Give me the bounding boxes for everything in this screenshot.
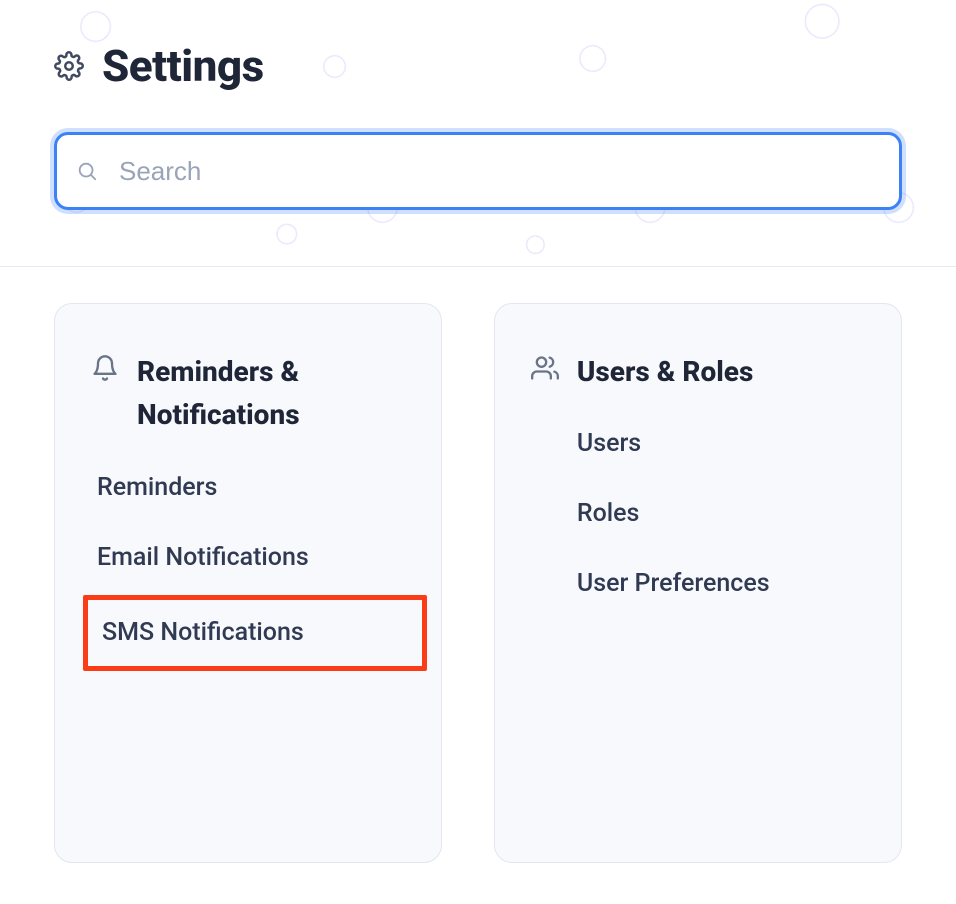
link-sms-notifications[interactable]: SMS Notifications (102, 618, 304, 647)
title-row: Settings (54, 40, 902, 92)
card-reminders-notifications: Reminders & Notifications Reminders Emai… (54, 303, 442, 863)
search-field-wrap (54, 132, 902, 210)
card-title: Users & Roles (577, 350, 754, 393)
content-area: Reminders & Notifications Reminders Emai… (0, 267, 956, 899)
search-icon (76, 160, 98, 182)
link-users[interactable]: Users (577, 429, 641, 459)
users-icon (531, 354, 559, 382)
card-title: Reminders & Notifications (137, 350, 405, 437)
card-header: Users & Roles (531, 350, 865, 393)
card-users-roles: Users & Roles Users Roles User Preferenc… (494, 303, 902, 863)
highlight-annotation: SMS Notifications (83, 595, 427, 671)
card-link-list: Reminders Email Notifications SMS Notifi… (91, 473, 405, 653)
page-title: Settings (102, 40, 264, 92)
page-header: Settings (0, 0, 956, 267)
card-header: Reminders & Notifications (91, 350, 405, 437)
bell-icon (91, 354, 119, 382)
card-link-list: Users Roles User Preferences (531, 429, 865, 599)
search-input[interactable] (54, 132, 902, 210)
gear-icon (54, 51, 84, 81)
link-user-preferences[interactable]: User Preferences (577, 569, 770, 599)
link-reminders[interactable]: Reminders (97, 473, 217, 503)
link-roles[interactable]: Roles (577, 499, 640, 529)
link-email-notifications[interactable]: Email Notifications (97, 543, 309, 573)
